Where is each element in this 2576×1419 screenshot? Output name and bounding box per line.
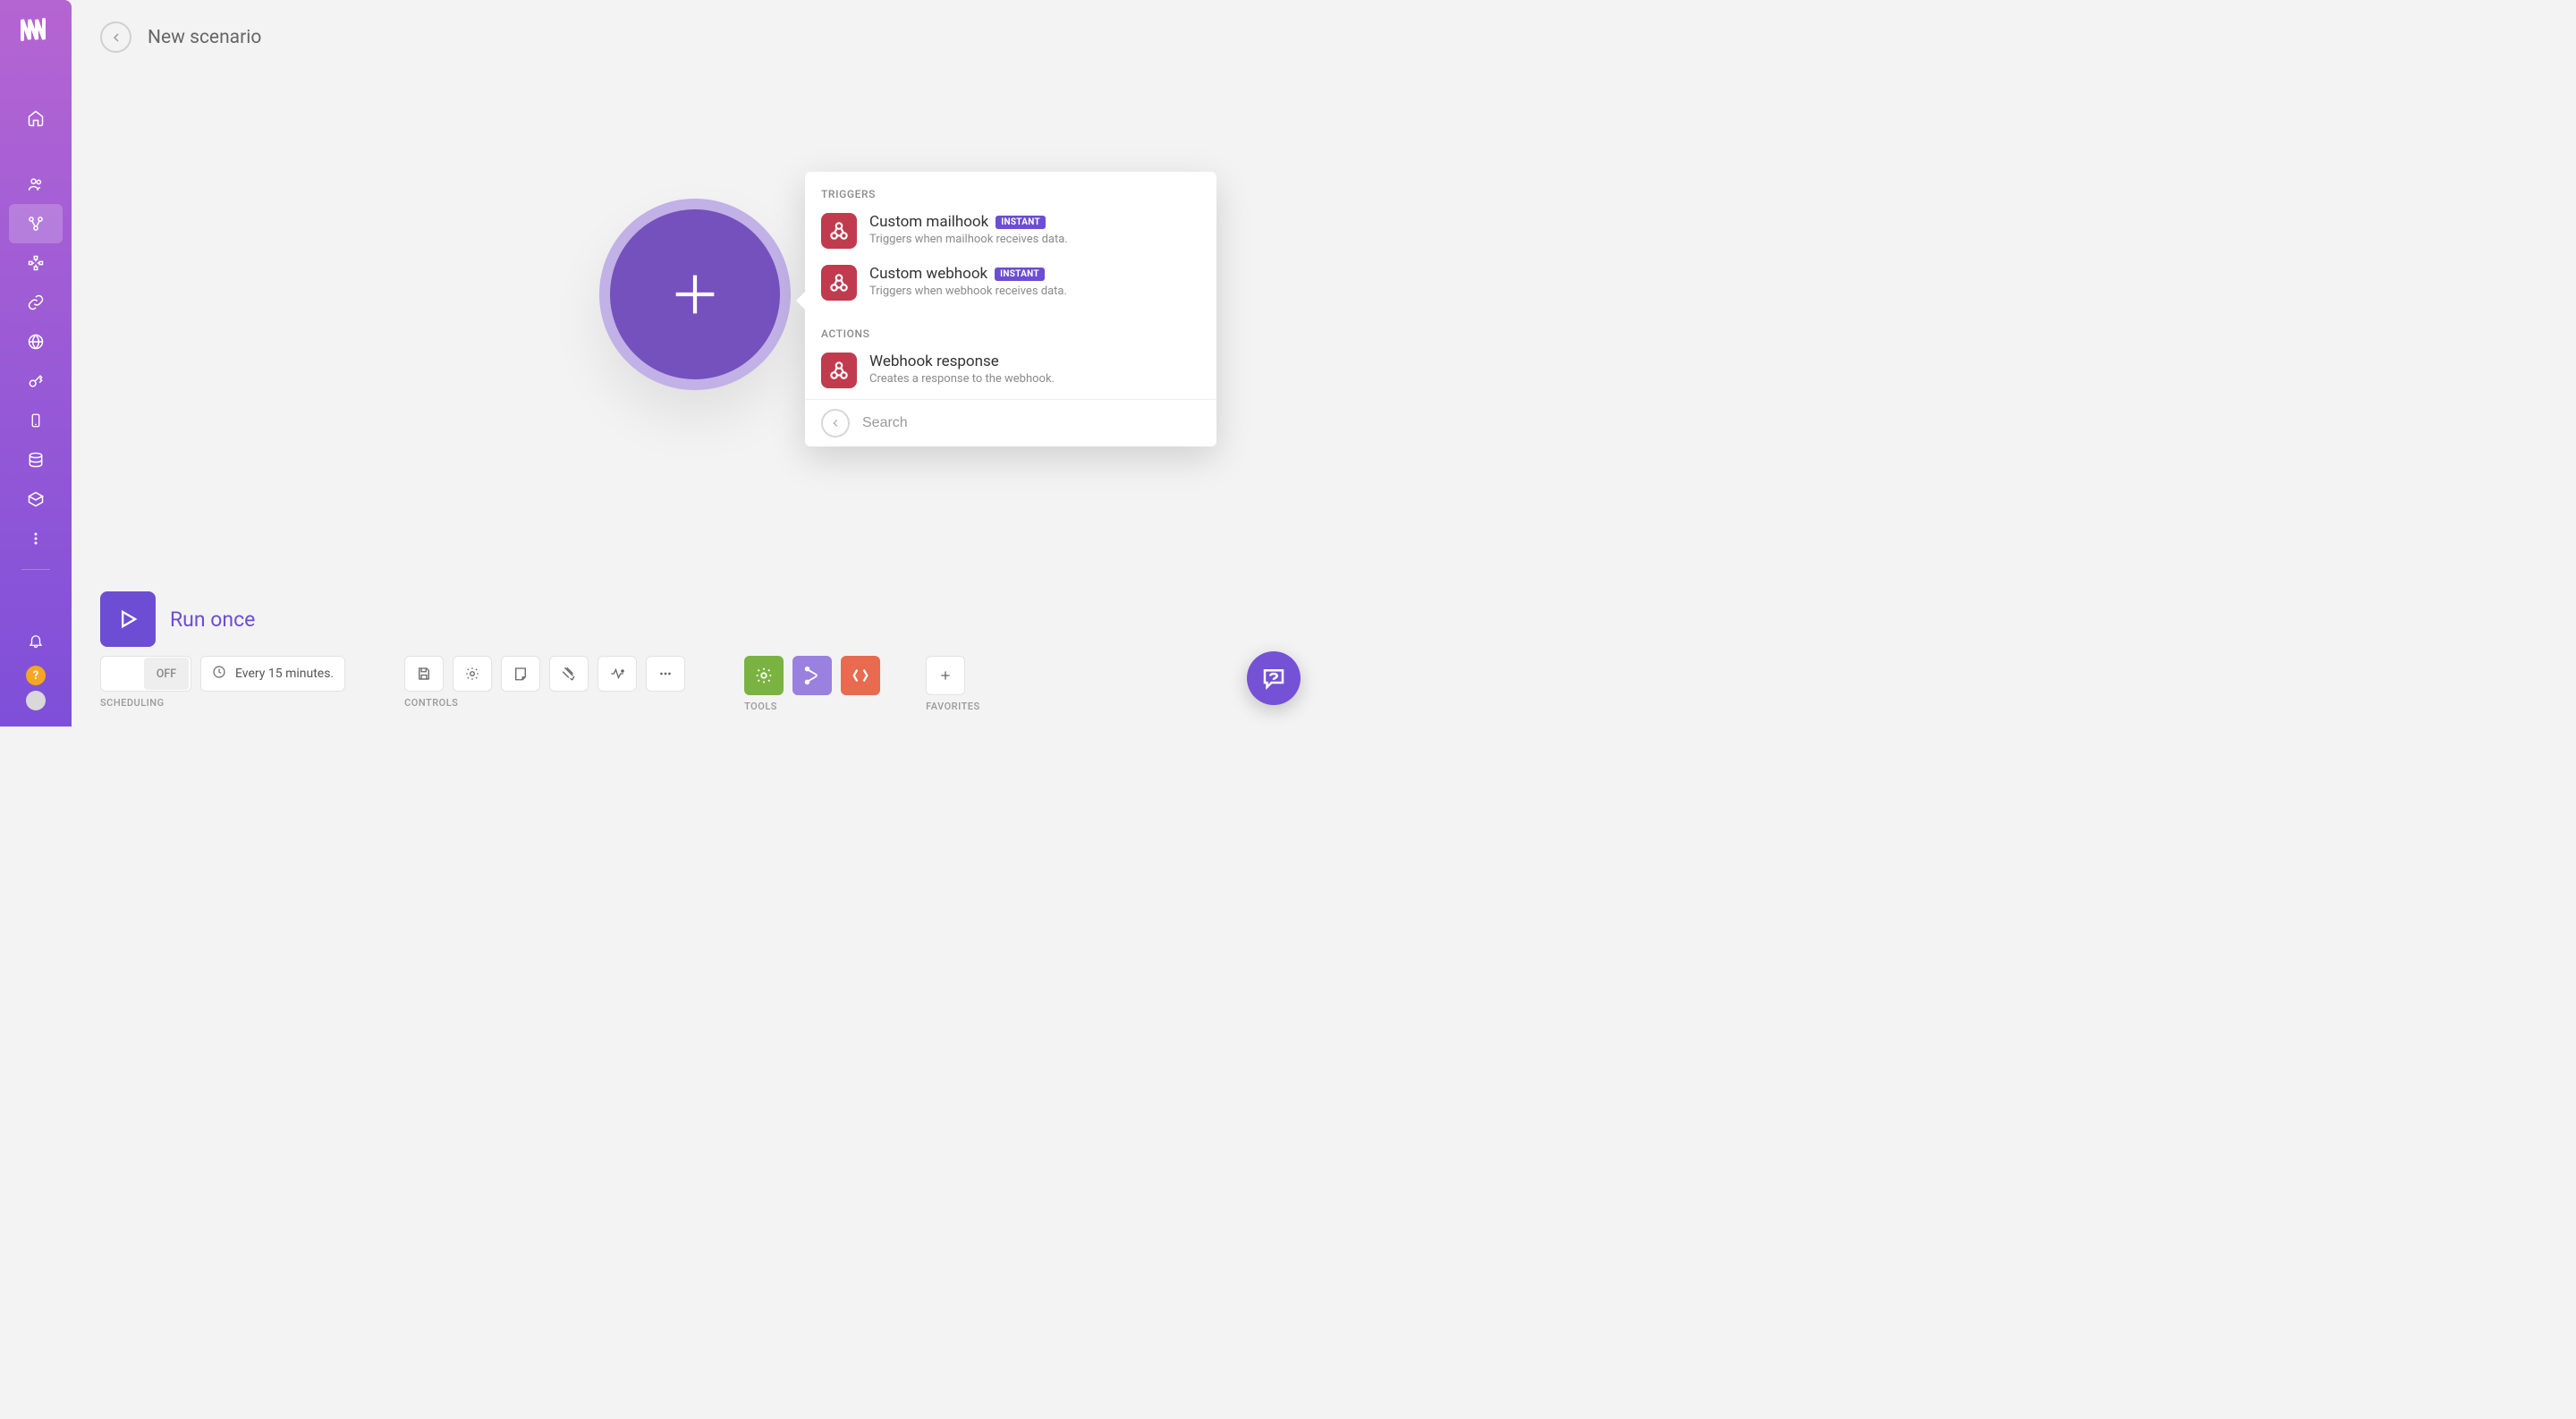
help-badge[interactable]: ? [26, 666, 46, 685]
more-controls-button[interactable] [646, 656, 685, 692]
settings-button[interactable] [453, 656, 492, 692]
section-actions-label: ACTIONS [805, 311, 1216, 347]
sidebar: ? [0, 0, 72, 726]
schedule-text: Every 15 minutes. [235, 667, 334, 681]
sidebar-functions[interactable] [9, 480, 63, 519]
sidebar-team[interactable] [9, 165, 63, 204]
sidebar-templates[interactable] [9, 243, 63, 283]
schedule-setting[interactable]: Every 15 minutes. [200, 656, 345, 692]
item-desc: Triggers when webhook receives data. [869, 285, 1067, 298]
page-title: New scenario [148, 27, 261, 48]
sidebar-keys[interactable] [9, 361, 63, 401]
webhook-icon [821, 353, 857, 388]
canvas-center [599, 199, 791, 390]
run-once-button[interactable] [100, 591, 156, 647]
toggle-state: OFF [144, 658, 189, 690]
text-parser-button[interactable] [841, 656, 880, 695]
controls-label: CONTROLS [404, 697, 685, 709]
add-module-button[interactable] [610, 209, 780, 379]
webhook-icon [821, 265, 857, 301]
flow-control-button[interactable] [792, 656, 832, 695]
item-desc: Creates a response to the webhook. [869, 372, 1055, 386]
trigger-custom-mailhook[interactable]: Custom mailhook INSTANT Triggers when ma… [805, 208, 1216, 259]
favorites-label: FAVORITES [926, 701, 980, 712]
popup-search-input[interactable] [862, 415, 1200, 431]
sidebar-notifications[interactable] [9, 621, 63, 660]
action-webhook-response[interactable]: Webhook response Creates a response to t… [805, 347, 1216, 399]
sidebar-datastores[interactable] [9, 440, 63, 480]
instant-badge: INSTANT [996, 216, 1046, 229]
user-avatar[interactable] [26, 691, 46, 710]
sidebar-divider [21, 569, 50, 570]
webhook-icon [821, 213, 857, 249]
scheduling-toggle[interactable]: OFF [100, 656, 191, 692]
add-module-outer [599, 199, 791, 390]
sidebar-more[interactable] [9, 519, 63, 558]
run-once-label: Run once [170, 608, 255, 632]
sidebar-connections[interactable] [9, 283, 63, 322]
item-title: Custom webhook [869, 265, 987, 283]
sidebar-scenarios[interactable] [9, 204, 63, 243]
add-favorite-button[interactable] [926, 656, 965, 695]
section-triggers-label: TRIGGERS [805, 172, 1216, 208]
explain-button[interactable] [597, 656, 637, 692]
popup-search-row [805, 399, 1216, 446]
autoalign-button[interactable] [549, 656, 589, 692]
popup-arrow [796, 292, 805, 310]
tools-button[interactable] [744, 656, 784, 695]
clock-icon [212, 665, 226, 683]
module-picker-popup: TRIGGERS Custom mailhook INSTANT Trigger… [805, 172, 1216, 446]
save-button[interactable] [404, 656, 444, 692]
bottom-toolbar: Run once OFF Every 15 minutes. SCHEDULIN… [100, 591, 1295, 712]
sidebar-devices[interactable] [9, 401, 63, 440]
item-desc: Triggers when mailhook receives data. [869, 233, 1068, 246]
item-title: Webhook response [869, 353, 999, 370]
trigger-custom-webhook[interactable]: Custom webhook INSTANT Triggers when web… [805, 259, 1216, 311]
back-button[interactable] [100, 21, 131, 53]
scheduling-label: SCHEDULING [100, 697, 345, 709]
notes-button[interactable] [501, 656, 540, 692]
popup-back-button[interactable] [821, 409, 850, 438]
header: New scenario [100, 21, 261, 53]
help-chat-button[interactable] [1247, 651, 1301, 705]
sidebar-home[interactable] [9, 98, 63, 138]
sidebar-webhooks[interactable] [9, 322, 63, 361]
instant-badge: INSTANT [995, 268, 1045, 281]
item-title: Custom mailhook [869, 213, 988, 231]
tools-label: TOOLS [744, 701, 880, 712]
app-logo [21, 16, 51, 45]
